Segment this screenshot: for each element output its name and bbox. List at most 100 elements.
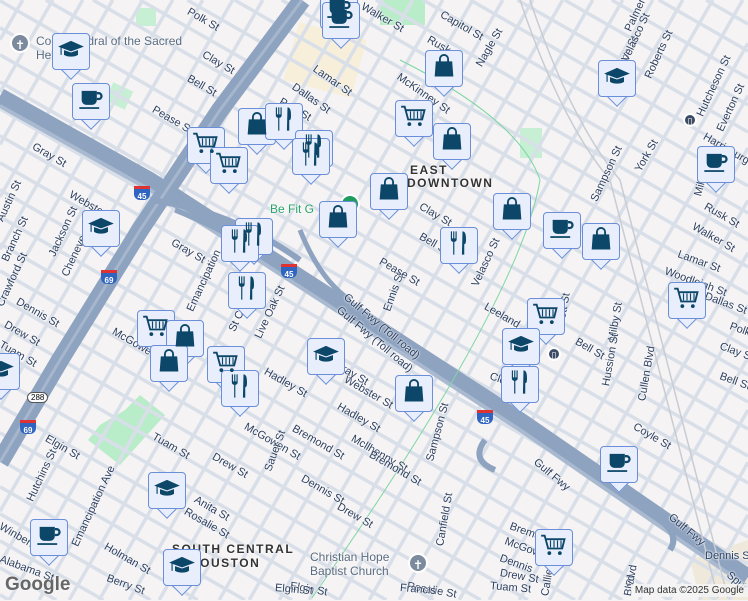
bag-icon (324, 203, 352, 236)
marker-box (535, 529, 573, 566)
marker-box (72, 83, 110, 120)
church-icon[interactable]: ✝ (10, 33, 30, 53)
coffee-marker[interactable] (30, 519, 68, 565)
google-logo: Google (5, 574, 70, 596)
coffee-marker[interactable] (322, 2, 360, 48)
bag-icon (155, 347, 183, 380)
marker-box (582, 223, 620, 260)
marker-box (697, 146, 735, 183)
transit-icon[interactable]: ▯ (683, 113, 697, 127)
school-marker[interactable] (52, 33, 90, 79)
marker-box (148, 472, 186, 509)
i69-shield: 69 (101, 270, 117, 284)
church-icon[interactable]: ✝ (408, 553, 428, 573)
bag-marker[interactable] (370, 173, 408, 219)
bag-icon (587, 225, 615, 258)
school-marker[interactable] (82, 210, 120, 256)
marker-box (600, 446, 638, 483)
school-marker[interactable] (307, 338, 345, 384)
marker-box (370, 173, 408, 210)
coffee-icon (77, 85, 105, 118)
marker-box (425, 50, 463, 87)
coffee-marker[interactable] (697, 146, 735, 192)
restaurant-icon (226, 227, 254, 260)
bag-marker[interactable] (582, 223, 620, 269)
coffee-icon (327, 4, 355, 37)
coffee-icon (702, 148, 730, 181)
bag-marker[interactable] (150, 345, 188, 391)
marker-box (52, 33, 90, 70)
place-church[interactable]: Christian Hope (310, 550, 389, 564)
marker-box (433, 123, 471, 160)
coffee-icon (35, 521, 63, 554)
school-marker[interactable] (148, 472, 186, 518)
marker-box (292, 138, 330, 175)
restaurant-marker[interactable] (221, 225, 259, 271)
transit-icon[interactable]: ▯ (547, 347, 561, 361)
marker-box (502, 328, 540, 365)
marker-box (30, 519, 68, 556)
bag-icon (430, 52, 458, 85)
restaurant-icon (506, 368, 534, 401)
school-icon (603, 62, 631, 95)
place-church[interactable]: Baptist Church (310, 564, 389, 578)
school-marker[interactable] (0, 353, 20, 399)
marker-box (0, 353, 20, 390)
bag-marker[interactable] (425, 50, 463, 96)
marker-box (543, 212, 581, 249)
marker-box (493, 193, 531, 230)
attribution[interactable]: Map data ©2025 Google (631, 584, 748, 597)
place-be-fit[interactable]: Be Fit G (270, 202, 314, 216)
school-icon (168, 551, 196, 584)
marker-box (319, 201, 357, 238)
marker-box (395, 375, 433, 412)
i45-shield: 45 (477, 410, 493, 424)
marker-box (221, 370, 259, 407)
cart-marker[interactable] (395, 100, 433, 146)
area-label: DOWNTOWN (407, 176, 493, 190)
restaurant-icon (226, 372, 254, 405)
marker-box (163, 549, 201, 586)
school-marker[interactable] (163, 549, 201, 595)
coffee-marker[interactable] (543, 212, 581, 258)
restaurant-icon (233, 274, 261, 307)
street (659, 0, 748, 51)
bag-marker[interactable] (319, 201, 357, 247)
school-icon (507, 330, 535, 363)
school-icon (57, 35, 85, 68)
i45-shield: 45 (134, 186, 150, 200)
cart-marker[interactable] (668, 282, 706, 328)
cart-marker[interactable] (535, 529, 573, 575)
bag-marker[interactable] (433, 123, 471, 169)
marker-box (150, 345, 188, 382)
bag-marker[interactable] (395, 375, 433, 421)
marker-box (82, 210, 120, 247)
cart-icon (540, 531, 568, 564)
school-icon (0, 355, 15, 388)
restaurant-marker[interactable] (221, 370, 259, 416)
restaurant-marker[interactable] (440, 227, 478, 273)
restaurant-marker[interactable] (501, 366, 539, 412)
cart-icon (215, 149, 243, 182)
school-marker[interactable] (598, 60, 636, 106)
restaurant-marker[interactable] (228, 272, 266, 318)
route-288-shield: 288 (27, 392, 48, 403)
bag-icon (400, 377, 428, 410)
coffee-marker[interactable] (72, 83, 110, 129)
i69-shield: 69 (20, 420, 36, 434)
bag-icon (498, 195, 526, 228)
marker-box (668, 282, 706, 319)
school-icon (153, 474, 181, 507)
bag-icon (438, 125, 466, 158)
restaurant-icon (270, 105, 298, 138)
coffee-marker[interactable] (600, 446, 638, 492)
i45-shield: 45 (281, 264, 297, 278)
marker-box (221, 225, 259, 262)
marker-box (440, 227, 478, 264)
restaurant-marker[interactable] (292, 138, 330, 184)
marker-box (210, 147, 248, 184)
school-icon (312, 340, 340, 373)
marker-box (228, 272, 266, 309)
bag-marker[interactable] (493, 193, 531, 239)
cart-marker[interactable] (210, 147, 248, 193)
